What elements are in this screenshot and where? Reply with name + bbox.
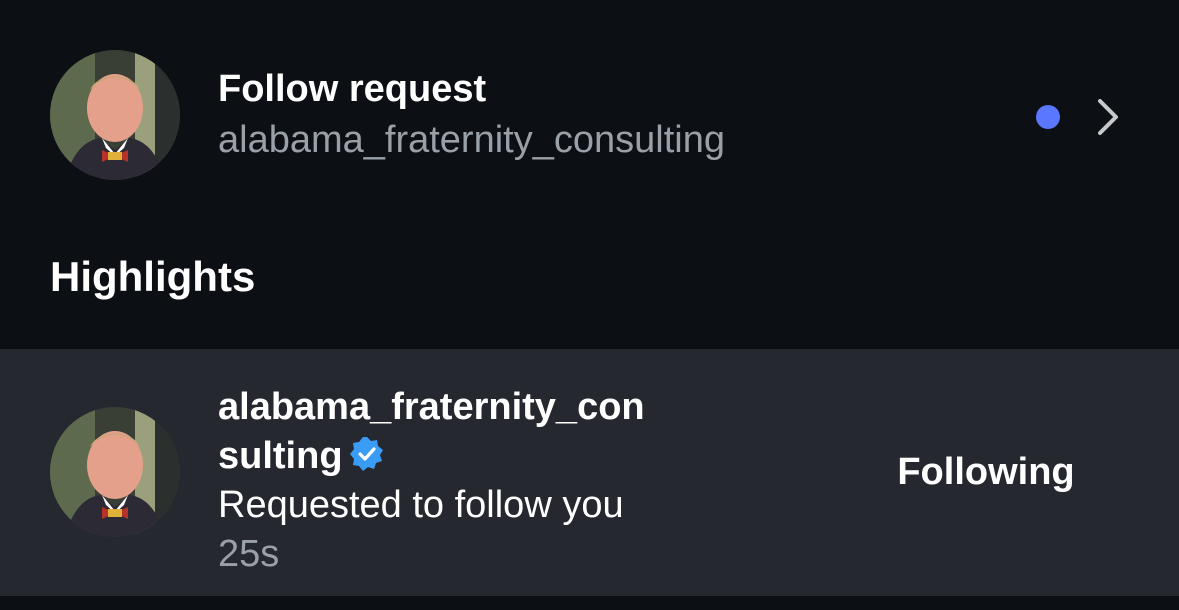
following-button[interactable]: Following: [870, 439, 1102, 505]
follow-request-avatar[interactable]: [50, 50, 180, 180]
notification-activity: Requested to follow you: [218, 484, 624, 526]
verified-badge-icon: [349, 437, 383, 471]
notification-text: alabama_fraternity_consulting Requested …: [218, 383, 658, 579]
follow-request-row[interactable]: Follow request alabama_fraternity_consul…: [0, 45, 1179, 185]
notification-row[interactable]: alabama_fraternity_consulting Requested …: [0, 349, 1179, 596]
chevron-right-icon[interactable]: [1092, 95, 1124, 139]
notification-avatar[interactable]: [50, 407, 180, 537]
notification-time: 25s: [218, 533, 280, 575]
activity-page: Follow request alabama_fraternity_consul…: [0, 0, 1179, 610]
follow-request-title: Follow request: [218, 68, 487, 110]
avatar-photo: [50, 407, 180, 537]
highlights-section-title: Highlights: [50, 253, 256, 300]
avatar-photo: [50, 50, 180, 180]
unread-indicator: [1036, 105, 1060, 129]
follow-request-username: alabama_fraternity_consulting: [218, 119, 725, 161]
notification-username[interactable]: alabama_fraternity_consulting: [218, 386, 645, 477]
